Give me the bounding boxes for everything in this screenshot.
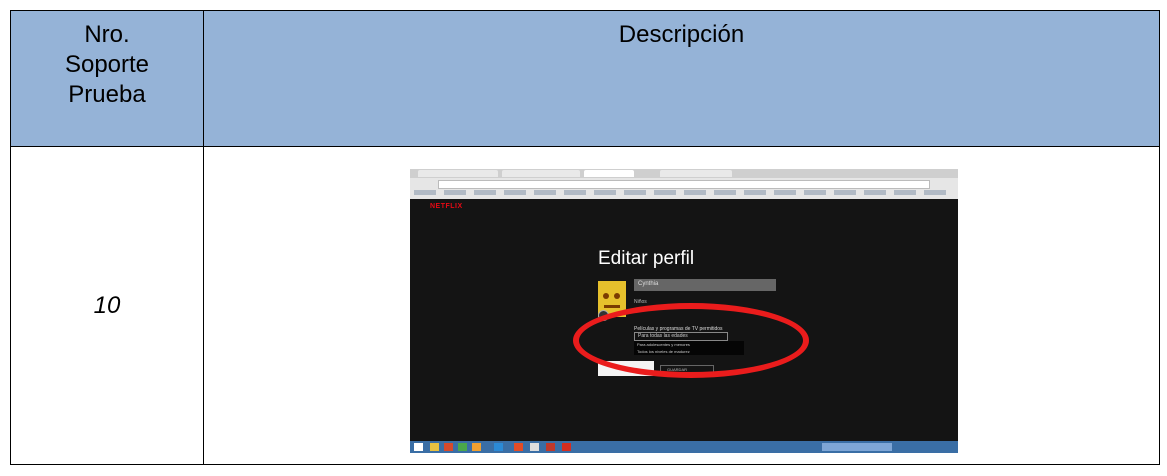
start-icon xyxy=(414,443,423,451)
taskbar-icon xyxy=(430,443,439,451)
avatar-eye xyxy=(614,293,620,299)
taskbar-icon xyxy=(458,443,467,451)
taskbar-icon xyxy=(444,443,453,451)
browser-tab xyxy=(660,170,732,177)
bookmarks-bar xyxy=(414,190,954,195)
taskbar-icon xyxy=(530,443,539,451)
windows-taskbar xyxy=(410,441,958,453)
taskbar-icon xyxy=(472,443,481,451)
edit-profile-title: Editar perfil xyxy=(598,248,695,269)
browser-chrome xyxy=(410,169,958,199)
address-bar xyxy=(438,180,930,189)
taskbar-icon xyxy=(494,443,503,451)
taskbar-icon xyxy=(514,443,523,451)
avatar-eye xyxy=(603,293,609,299)
browser-tab xyxy=(502,170,580,177)
taskbar-icon xyxy=(546,443,555,451)
profile-name-field: Cynthia xyxy=(634,279,776,291)
row-number: 10 xyxy=(93,292,121,319)
browser-tab-active xyxy=(584,170,634,177)
header-nro-soporte: Nro. Soporte Prueba xyxy=(64,21,150,108)
highlight-ellipse xyxy=(573,303,809,378)
browser-tab xyxy=(418,170,498,177)
taskbar-icon xyxy=(562,443,571,451)
header-descripcion: Descripción xyxy=(618,21,745,48)
column-divider xyxy=(203,11,204,464)
avatar-mouth xyxy=(604,305,620,308)
netflix-logo: NETFLIX xyxy=(430,203,463,210)
taskbar-search xyxy=(822,443,892,451)
profile-name-value: Cynthia xyxy=(638,281,659,287)
browser-tab-bar xyxy=(410,169,958,178)
kids-label: Niños xyxy=(634,299,647,305)
